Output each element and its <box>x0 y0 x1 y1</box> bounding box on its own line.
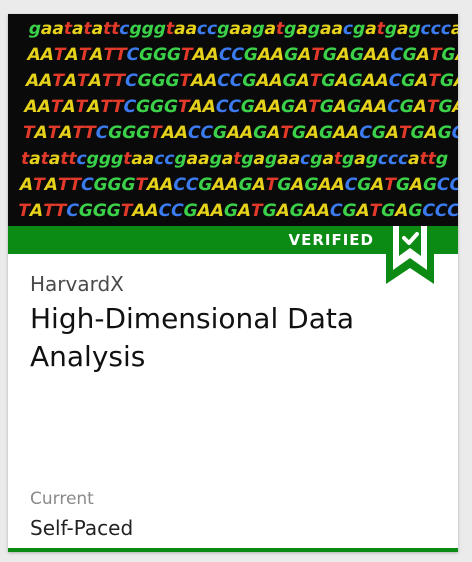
dna-line: AATATATTCGGGTAACCGAAGATGAGAACGATGAGCCCAT <box>24 71 458 91</box>
dna-line: AATATATTCGGGTAACCGAAGATGAGAACGATGAGCCCAT… <box>22 97 458 117</box>
course-status: Current <box>30 489 94 509</box>
course-title[interactable]: High-Dimensional Data Analysis <box>30 300 440 376</box>
dna-line: TATTCGGGTAACCGAAGATGAGAACGATGAGCCCATTGAT <box>16 201 458 221</box>
course-image[interactable]: gaatatattcgggtaaccgaagatgagaacgatgagccca… <box>8 14 458 226</box>
checkmark-ribbon-icon <box>386 226 434 284</box>
dna-sequence-image: gaatatattcgggtaaccgaagatgagaacgatgagccca… <box>16 19 458 221</box>
course-card[interactable]: gaatatattcgggtaaccgaagatgagaacgatgagccca… <box>8 14 458 552</box>
dna-line: gaatatattcgggtaaccgaagatgagaacgatgagccca <box>27 19 458 39</box>
course-pacing: Self-Paced <box>30 516 134 540</box>
course-organization: HarvardX <box>30 272 124 296</box>
verified-label: VERIFIED <box>288 231 374 249</box>
dna-line: AATATATTCGGGTAACCGAAGATGAGAACGATGAGCCCA <box>25 45 458 65</box>
dna-line: tatattcgggtaaccgaagatgagaacgatgagcccattg <box>19 149 450 169</box>
dna-line: TATATTCGGGTAACCGAAGATGAGAACGATGAGCCCATTG <box>21 123 458 143</box>
dna-line: ATATTCGGGTAACCGAAGATGAGAACGATGAGCCCATTGA <box>18 175 458 195</box>
card-bottom-accent <box>8 548 458 552</box>
